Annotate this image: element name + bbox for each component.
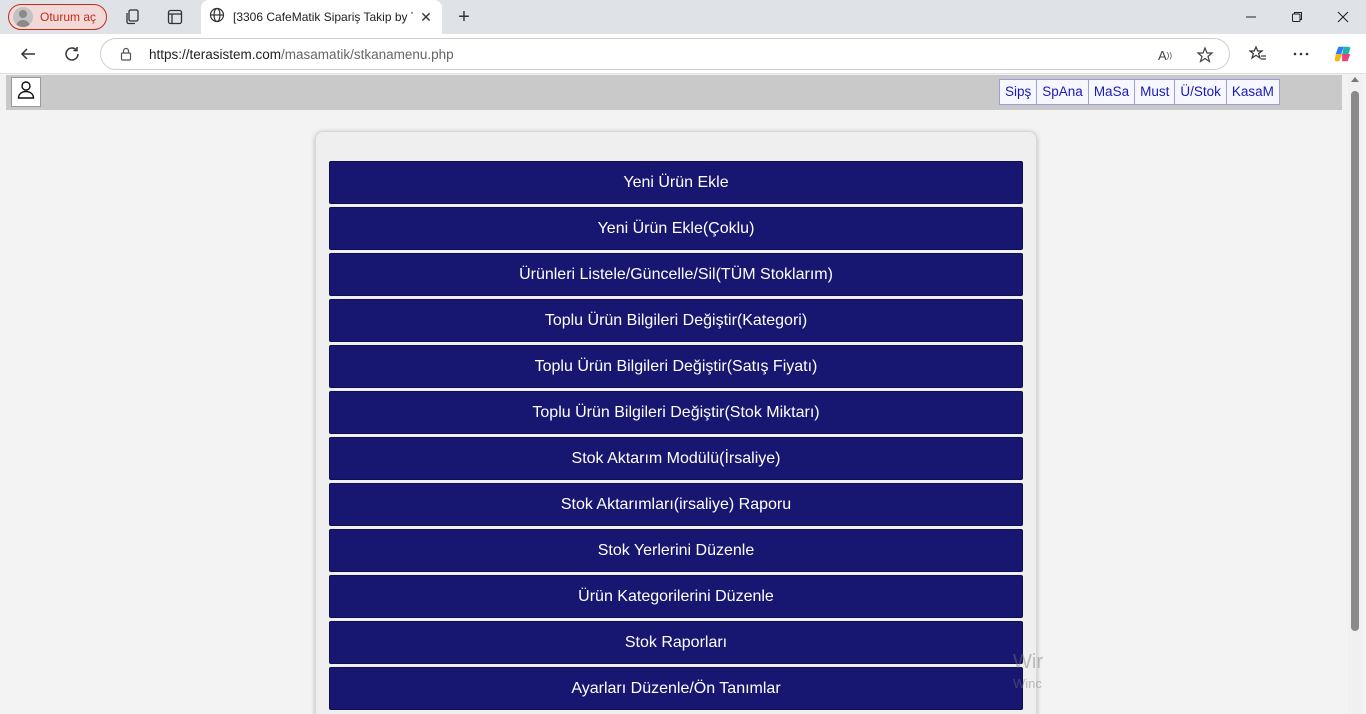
menu-button-stock-reports[interactable]: Stok Raporları	[329, 621, 1023, 664]
close-window-button[interactable]	[1320, 0, 1366, 34]
vertical-scrollbar[interactable]	[1348, 75, 1362, 714]
menu-button-transfer-report[interactable]: Stok Aktarımları(irsaliye) Raporu	[329, 483, 1023, 526]
menu-button-categories[interactable]: Ürün Kategorilerini Düzenle	[329, 575, 1023, 618]
tab-actions-icon[interactable]	[166, 8, 184, 26]
menu-button-list-products[interactable]: Ürünleri Listele/Güncelle/Sil(TÜM Stokla…	[329, 253, 1023, 296]
menu-button-bulk-price[interactable]: Toplu Ürün Bilgileri Değiştir(Satış Fiya…	[329, 345, 1023, 388]
menu-button-new-product[interactable]: Yeni Ürün Ekle	[329, 161, 1023, 204]
refresh-icon[interactable]	[62, 44, 82, 64]
avatar-icon	[13, 7, 33, 27]
url-path: /masamatik/stkanamenu.php	[281, 47, 454, 62]
profile-button[interactable]: Oturum aç	[8, 4, 107, 30]
menu-button-stock-transfer[interactable]: Stok Aktarım Modülü(İrsaliye)	[329, 437, 1023, 480]
tab-active[interactable]: [3306 CafeMatik Sipariş Takip by T ✕	[201, 0, 442, 34]
favorite-star-icon[interactable]	[1195, 45, 1215, 65]
restore-button[interactable]	[1274, 0, 1320, 34]
nav-link-masa[interactable]: MaSa	[1088, 80, 1136, 104]
user-button[interactable]	[11, 77, 41, 107]
nav-link-must[interactable]: Must	[1135, 80, 1176, 104]
read-aloud-icon[interactable]: A))	[1155, 45, 1175, 65]
menu-panel: Yeni Ürün Ekle Yeni Ürün Ekle(Çoklu) Ürü…	[315, 131, 1037, 714]
browser-tab-bar: Oturum aç [3306 CafeMatik Sipariş Takip …	[0, 0, 1366, 34]
tab-title: [3306 CafeMatik Sipariş Takip by T	[233, 10, 413, 24]
favorites-icon[interactable]	[1248, 44, 1268, 64]
scroll-thumb[interactable]	[1351, 91, 1359, 631]
menu-button-new-product-bulk[interactable]: Yeni Ürün Ekle(Çoklu)	[329, 207, 1023, 250]
profile-label: Oturum aç	[40, 10, 97, 24]
workspaces-icon[interactable]	[124, 8, 142, 26]
menu-button-bulk-category[interactable]: Toplu Ürün Bilgileri Değiştir(Kategori)	[329, 299, 1023, 342]
activation-watermark: Wir Winc	[1013, 651, 1043, 695]
watermark-line2: Winc	[1013, 676, 1042, 691]
minimize-button[interactable]	[1228, 0, 1274, 34]
menu-button-settings[interactable]: Ayarları Düzenle/Ön Tanımlar	[329, 667, 1023, 710]
page-viewport: Sipş SpAna MaSa Must Ü/Stok KasaM Yeni Ü…	[0, 75, 1366, 714]
menu-button-stock-locations[interactable]: Stok Yerlerini Düzenle	[329, 529, 1023, 572]
quick-nav: Sipş SpAna MaSa Must Ü/Stok KasaM	[999, 79, 1280, 105]
url-host: https://terasistem.com	[149, 47, 282, 62]
user-icon	[15, 79, 37, 106]
menu-button-bulk-stock[interactable]: Toplu Ürün Bilgileri Değiştir(Stok Mikta…	[329, 391, 1023, 434]
lock-icon[interactable]	[119, 47, 133, 61]
browser-address-bar: https://terasistem.com/masamatik/stkanam…	[0, 34, 1366, 74]
url-text: https://terasistem.com/masamatik/stkanam…	[149, 47, 454, 62]
new-tab-button[interactable]: +	[452, 5, 476, 29]
nav-link-ustok[interactable]: Ü/Stok	[1175, 80, 1227, 104]
more-options-icon[interactable]	[1291, 44, 1311, 64]
stock-menu: Yeni Ürün Ekle Yeni Ürün Ekle(Çoklu) Ürü…	[329, 161, 1023, 713]
nav-link-spana[interactable]: SpAna	[1037, 80, 1089, 104]
close-tab-icon[interactable]: ✕	[418, 9, 434, 25]
back-icon[interactable]	[18, 44, 38, 64]
nav-link-kasam[interactable]: KasaM	[1226, 80, 1279, 104]
nav-link-sips[interactable]: Sipş	[1000, 80, 1038, 104]
globe-icon	[209, 7, 225, 28]
site-header: Sipş SpAna MaSa Must Ü/Stok KasaM	[6, 75, 1342, 110]
url-field[interactable]: https://terasistem.com/masamatik/stkanam…	[100, 38, 1230, 70]
scroll-up-icon[interactable]	[1351, 77, 1359, 82]
copilot-icon[interactable]	[1333, 44, 1353, 64]
watermark-line1: Wir	[1013, 651, 1043, 673]
